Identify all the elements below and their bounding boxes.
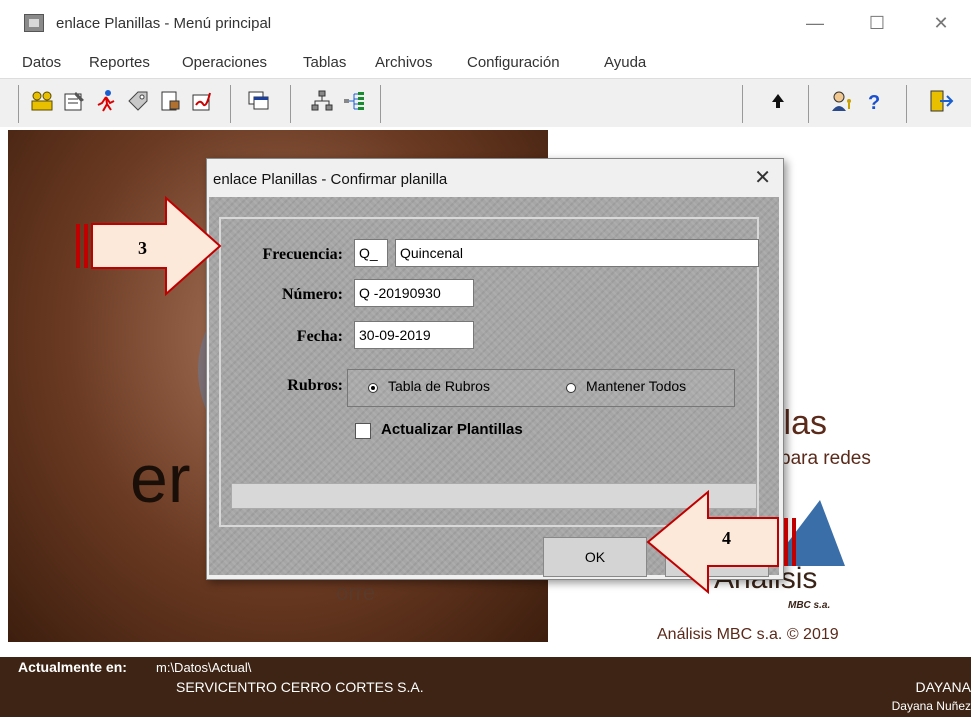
window-title: enlace Planillas - Menú principal — [56, 15, 272, 32]
menu-bar: Datos Reportes Operaciones Tablas Archiv… — [0, 46, 971, 78]
exit-door-icon[interactable] — [928, 89, 954, 113]
close-button[interactable]: ✕ — [918, 8, 964, 38]
toolbar: ? — [0, 78, 971, 128]
frecuencia-name-field[interactable]: Quincenal — [395, 239, 759, 267]
toolbar-separator — [808, 85, 809, 123]
menu-operaciones[interactable]: Operaciones — [182, 54, 267, 71]
callout-arrow-step-3 — [76, 196, 222, 296]
minimize-button[interactable]: — — [792, 8, 838, 38]
callout-step-4-label: 4 — [722, 528, 731, 548]
dialog-close-button[interactable]: ✕ — [754, 165, 771, 190]
app-icon — [24, 14, 44, 32]
product-subtitle: para redes — [780, 448, 871, 469]
runner-icon[interactable] — [94, 89, 118, 113]
actualizar-plantillas-label[interactable]: Actualizar Plantillas — [381, 421, 523, 438]
title-bar: enlace Planillas - Menú principal — ☐ ✕ — [0, 0, 971, 46]
splash-subtitle: orre — [336, 580, 376, 605]
rubros-group: Tabla de Rubros Mantener Todos — [347, 369, 735, 407]
status-user-full: Dayana Nuñez — [891, 699, 971, 713]
menu-tablas[interactable]: Tablas — [303, 54, 346, 71]
svg-text:?: ? — [868, 92, 880, 113]
menu-archivos[interactable]: Archivos — [375, 54, 433, 71]
toolbar-separator — [380, 85, 381, 123]
user-key-icon[interactable] — [830, 89, 854, 113]
actualizar-plantillas-checkbox[interactable] — [355, 423, 371, 439]
menu-configuracion[interactable]: Configuración — [467, 54, 560, 71]
toolbar-separator — [906, 85, 907, 123]
arrow-up-icon[interactable] — [766, 89, 790, 113]
edit-form-icon[interactable] — [62, 89, 86, 113]
copyright: Análisis MBC s.a. © 2019 — [657, 626, 839, 643]
network-icon[interactable] — [310, 89, 334, 113]
users-icon[interactable] — [30, 89, 54, 113]
numero-label: Número: — [281, 286, 343, 303]
menu-reportes[interactable]: Reportes — [89, 54, 150, 71]
maximize-button[interactable]: ☐ — [854, 8, 900, 38]
frecuencia-code-field[interactable]: Q_ — [354, 239, 388, 267]
radio-tabla-rubros-label[interactable]: Tabla de Rubros — [388, 378, 490, 394]
document-lock-icon[interactable] — [158, 89, 182, 113]
status-company: SERVICENTRO CERRO CORTES S.A. — [176, 679, 424, 695]
status-bar: Actualmente en: m:\Datos\Actual\ SERVICE… — [0, 657, 971, 717]
status-label: Actualmente en: — [18, 659, 127, 675]
rubros-label: Rubros: — [287, 377, 343, 394]
tag-icon[interactable] — [126, 89, 150, 113]
radio-mantener-todos[interactable] — [566, 383, 576, 393]
menu-ayuda[interactable]: Ayuda — [604, 54, 646, 71]
frecuencia-label: Frecuencia: — [262, 246, 343, 263]
splash-logo: er — [130, 441, 191, 517]
toolbar-separator — [290, 85, 291, 123]
toolbar-separator — [18, 85, 19, 123]
fecha-label: Fecha: — [296, 328, 343, 345]
windows-icon[interactable] — [246, 89, 270, 113]
callout-step-3-label: 3 — [138, 238, 147, 258]
brand-sub: MBC s.a. — [788, 600, 831, 611]
dialog-title: enlace Planillas - Confirmar planilla — [213, 171, 448, 188]
fecha-field[interactable]: 30-09-2019 — [354, 321, 474, 349]
tree-icon[interactable] — [342, 89, 366, 113]
radio-mantener-todos-label[interactable]: Mantener Todos — [586, 378, 686, 394]
radio-tabla-rubros[interactable] — [368, 383, 378, 393]
help-icon[interactable]: ? — [862, 89, 886, 114]
status-path: m:\Datos\Actual\ — [156, 660, 252, 675]
numero-field[interactable]: Q -20190930 — [354, 279, 474, 307]
menu-datos[interactable]: Datos — [22, 54, 61, 71]
toolbar-separator — [230, 85, 231, 123]
status-user: DAYANA — [915, 679, 971, 695]
ok-button[interactable]: OK — [543, 537, 647, 577]
signature-icon[interactable] — [190, 89, 214, 113]
toolbar-separator — [742, 85, 743, 123]
